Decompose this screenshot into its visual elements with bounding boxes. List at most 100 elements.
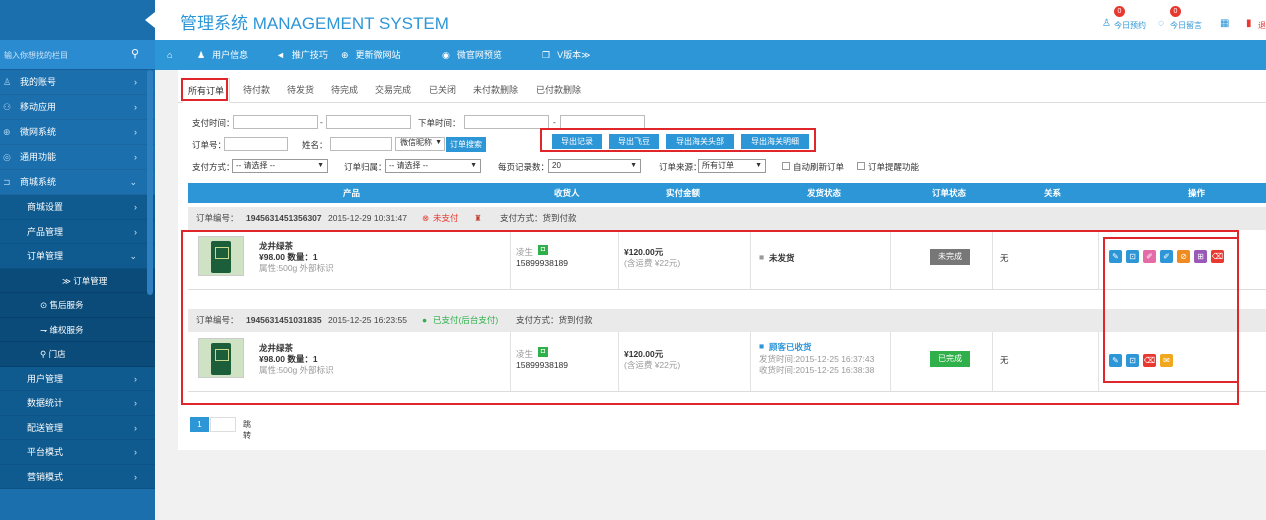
tab-closed[interactable]: 已关闭 (429, 83, 456, 96)
user-icon: ♙ (1102, 18, 1111, 29)
sidebar-item-marketing[interactable]: 营销模式 › (0, 465, 155, 489)
name-input[interactable] (330, 137, 392, 151)
tab-unpaid-deleted[interactable]: 未付款删除 (473, 83, 518, 96)
nickname-select-value: 微信昵称 (400, 138, 432, 147)
sidebar-item-products[interactable]: 产品管理 › (0, 220, 155, 244)
order-search-button[interactable]: 订单搜索 (446, 137, 486, 152)
pay-time-label: 支付时间： (192, 118, 235, 128)
sidebar-item-orders[interactable]: 订单管理 ⌄ (0, 244, 155, 269)
pay-method-value: -- 请选择 -- (236, 161, 276, 170)
tab-paid-deleted[interactable]: 已付款删除 (536, 83, 581, 96)
sidebar-item-label: 用户管理 (27, 373, 64, 384)
pay-method-select[interactable]: -- 请选择 -- ▼ (232, 159, 328, 173)
tab-pending-payment[interactable]: 待付款 (243, 83, 270, 96)
order-source-select[interactable]: 所有订单 ▼ (698, 159, 766, 173)
nav-label: 用户信息 (212, 50, 249, 60)
sidebar-item-delivery[interactable]: 配送管理 › (0, 416, 155, 440)
sidebar-item-microsite[interactable]: ⊕ 微网系统 › (0, 120, 155, 145)
sidebar-item-mall[interactable]: ⊐ 商城系统 ⌄ (0, 170, 155, 195)
header-item-label: 今日留言 (1170, 21, 1202, 30)
home-icon[interactable]: ⌂ (167, 40, 172, 70)
range-dash: - (553, 117, 556, 127)
sidebar-scrollbar[interactable] (147, 70, 153, 295)
globe-icon: ⊕ (341, 50, 349, 60)
auto-refresh-checkbox[interactable] (782, 162, 790, 170)
nav-update-site[interactable]: ⊕ 更新微网站 (341, 40, 401, 70)
sidebar-item-stores[interactable]: ⚲ 门店 (0, 342, 155, 367)
pay-time-end[interactable] (326, 115, 411, 129)
nav-promo-tips[interactable]: ◄ 推广技巧 (276, 40, 328, 70)
order-remind-checkbox[interactable] (857, 162, 865, 170)
user-icon: ♟ (197, 50, 206, 60)
sidebar-item-platform[interactable]: 平台模式 › (0, 440, 155, 465)
export-customs-detail-button[interactable]: 导出海关明细 (741, 134, 809, 149)
order-no-input[interactable] (224, 137, 288, 151)
page-1-button[interactable]: 1 (190, 417, 209, 432)
nav-label: 推广技巧 (291, 50, 328, 60)
money-bag-icon: ♜ (474, 213, 482, 223)
per-page-label: 每页记录数： (498, 162, 550, 172)
search-input[interactable] (4, 48, 122, 62)
tab-pending-completion[interactable]: 待完成 (331, 83, 358, 96)
sidebar-item-rights[interactable]: ⇁ 维权服务 (0, 318, 155, 342)
pay-status: 未支付 (433, 213, 459, 223)
sidebar-item-label: 商城设置 (27, 202, 64, 212)
sidebar-item-label: 微网系统 (20, 127, 57, 137)
tab-pending-shipment[interactable]: 待发货 (287, 83, 314, 96)
sidebar-item-stats[interactable]: 数据统计 › (0, 391, 155, 416)
page-jump-button[interactable]: 跳转 (243, 419, 251, 441)
per-page-select[interactable]: 20 ▼ (548, 159, 641, 173)
nav-label: 更新微网站 (355, 50, 401, 60)
pay-method: 支付方式：货到付款 (500, 213, 577, 223)
highlight-box (181, 230, 1239, 405)
today-messages[interactable]: 0 ◌ 今日留言 (1158, 4, 1202, 31)
globe-icon: ⊕ (3, 127, 11, 137)
nav-preview-site[interactable]: ◉ 微官网预览 (442, 40, 502, 70)
user-icon: ♙ (3, 77, 12, 87)
exit-icon: ▮ (1246, 18, 1252, 29)
sidebar-item-order-management[interactable]: ≫ 订单管理 (0, 269, 155, 293)
caret-down-icon: ▼ (435, 139, 442, 146)
chevron-right-icon: › (134, 471, 137, 482)
sidebar-item-general[interactable]: ◎ 通用功能 › (0, 145, 155, 170)
sidebar-toggle-notch[interactable] (145, 12, 155, 28)
sidebar-item-account[interactable]: ♙ 我的账号 › (0, 70, 155, 95)
per-page-value: 20 (552, 161, 561, 170)
sidebar-item-users[interactable]: 用户管理 › (0, 367, 155, 391)
chevron-right-icon: › (134, 127, 137, 137)
export-records-button[interactable]: 导出记录 (552, 134, 602, 149)
search-icon[interactable]: ⚲ (131, 47, 139, 60)
logout-button[interactable]: ▮ 退 (1246, 4, 1266, 31)
pay-time-start[interactable] (233, 115, 318, 129)
nickname-select[interactable]: 微信昵称 ▼ (397, 137, 445, 151)
caret-down-icon: ▼ (755, 162, 762, 169)
chevron-down-icon: ⌄ (129, 251, 137, 261)
nav-version[interactable]: ❐ V版本≫ (542, 40, 591, 70)
sidebar-item-label: 数据统计 (27, 398, 64, 408)
sidebar-item-mobile-apps[interactable]: ⚇ 移动应用 › (0, 95, 155, 120)
qrcode-icon: ▦ (1220, 18, 1230, 29)
sidebar-search: ⚲ (0, 40, 155, 70)
today-appointments[interactable]: 0 ♙ 今日预约 (1102, 4, 1146, 31)
sidebar-item-label: 订单管理 (27, 251, 64, 261)
nav-label: V版本≫ (557, 50, 591, 60)
order-source-label: 订单来源： (659, 162, 702, 172)
header: 管理系统 MANAGEMENT SYSTEM 0 ♙ 今日预约 0 ◌ 今日留言 ▦ ▮… (145, 0, 1266, 40)
sidebar-submenu: 商城设置 › 产品管理 › 订单管理 ⌄ ≫ 订单管理 ⊙ 售后服务 ⇁ 维权服务 ⚲… (0, 195, 155, 489)
export-customs-header-button[interactable]: 导出海关头部 (666, 134, 734, 149)
export-feidou-button[interactable]: 导出飞豆 (609, 134, 659, 149)
order-no-label: 订单编号： (196, 213, 239, 223)
chevron-right-icon: › (134, 422, 137, 433)
sidebar-item-after-sales[interactable]: ⊙ 售后服务 (0, 293, 155, 318)
order-belong-select[interactable]: -- 请选择 -- ▼ (385, 159, 481, 173)
page-jump-input[interactable] (210, 417, 236, 432)
tab-completed[interactable]: 交易完成 (375, 83, 411, 96)
notification-badge: 0 (1170, 6, 1181, 17)
col-ship-status: 发货状态 (807, 188, 842, 198)
order-time-end[interactable] (560, 115, 645, 129)
nav-user-info[interactable]: ♟ 用户信息 (197, 40, 248, 70)
order-tabs: 所有订单 待付款 待发货 待完成 交易完成 已关闭 未付款删除 已付款删除 (178, 78, 1266, 103)
qrcode-button[interactable]: ▦ (1214, 4, 1234, 29)
order-time-start[interactable] (464, 115, 549, 129)
sidebar-item-mall-settings[interactable]: 商城设置 › (0, 195, 155, 220)
